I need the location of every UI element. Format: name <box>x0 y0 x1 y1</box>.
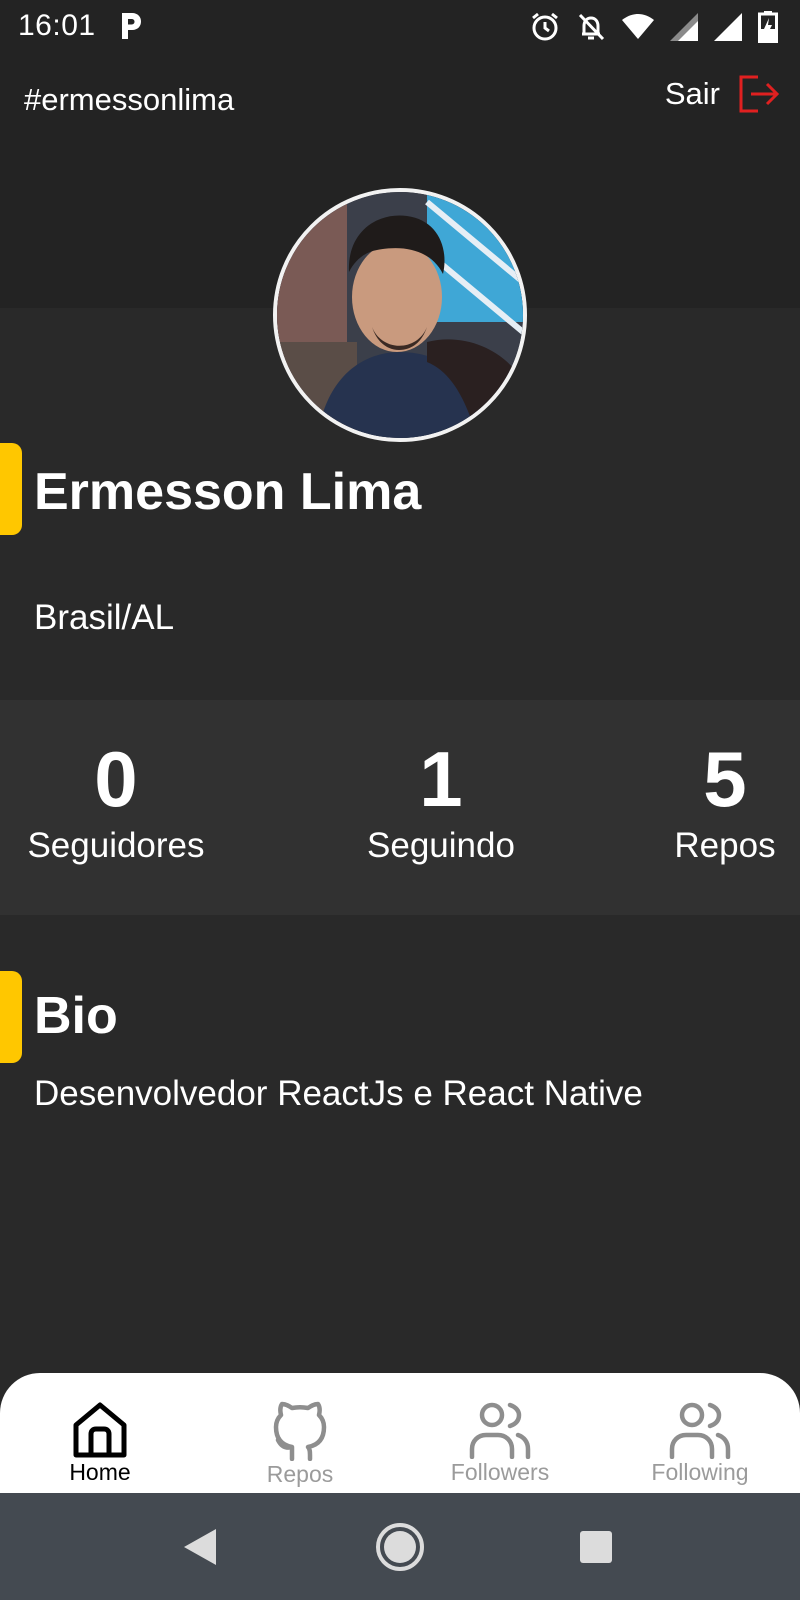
avatar <box>273 188 527 442</box>
tab-label: Home <box>69 1459 131 1485</box>
logout-button[interactable]: Sair <box>665 74 780 114</box>
tab-followers[interactable]: Followers <box>415 1401 585 1486</box>
stat-value: 1 <box>419 735 463 823</box>
stats-panel: 0 Seguidores 1 Seguindo 5 Repos <box>0 700 800 915</box>
system-nav-bar <box>0 1493 800 1600</box>
wifi-icon <box>622 14 654 39</box>
recents-icon <box>580 1530 612 1563</box>
status-bar: 16:01 <box>0 0 800 52</box>
tab-following[interactable]: Following <box>615 1401 785 1486</box>
tab-home[interactable]: Home <box>15 1401 185 1486</box>
battery-charging-icon <box>758 11 778 43</box>
bio-accent-bar <box>0 971 22 1063</box>
tab-label: Repos <box>266 1461 334 1487</box>
nav-recents-button[interactable] <box>546 1493 646 1600</box>
stat-value: 0 <box>94 735 138 823</box>
bottom-tab-bar: Home Repos Followers Following <box>0 1373 800 1493</box>
stat-following[interactable]: 1 Seguindo <box>350 738 532 868</box>
profile-location: Brasil/AL <box>34 598 175 637</box>
nav-home-button[interactable] <box>350 1493 450 1600</box>
tab-repos[interactable]: Repos <box>215 1401 385 1488</box>
logout-label: Sair <box>664 76 720 111</box>
back-icon <box>184 1528 216 1565</box>
users-icon <box>469 1402 531 1459</box>
name-accent-bar <box>0 443 22 535</box>
username-handle: #ermessonlima <box>24 82 235 117</box>
signal-icon <box>714 13 742 41</box>
tab-label: Followers <box>450 1459 550 1485</box>
bio-title: Bio <box>34 987 118 1045</box>
home-icon <box>73 1402 127 1458</box>
alarm-icon <box>532 12 558 41</box>
status-time: 16:01 <box>18 9 96 42</box>
p-app-icon <box>122 13 141 39</box>
notifications-off-icon <box>578 13 605 41</box>
stat-followers[interactable]: 0 Seguidores <box>20 738 212 868</box>
logout-icon <box>739 75 780 113</box>
github-icon <box>273 1401 327 1461</box>
stat-label: Seguindo <box>367 826 515 865</box>
status-icons <box>530 10 778 44</box>
users-icon <box>669 1402 731 1459</box>
stat-label: Repos <box>674 826 776 865</box>
nav-back-button[interactable] <box>150 1493 250 1600</box>
profile-name: Ermesson Lima <box>34 463 422 521</box>
signal-icon <box>670 13 698 41</box>
stat-value: 5 <box>703 735 747 823</box>
bio-text: Desenvolvedor ReactJs e React Native <box>34 1074 643 1113</box>
user-avatar-photo <box>277 192 523 438</box>
tab-label: Following <box>651 1459 749 1485</box>
stat-repos[interactable]: 5 Repos <box>660 738 790 868</box>
stat-label: Seguidores <box>27 826 205 865</box>
home-circle-icon <box>376 1522 424 1571</box>
